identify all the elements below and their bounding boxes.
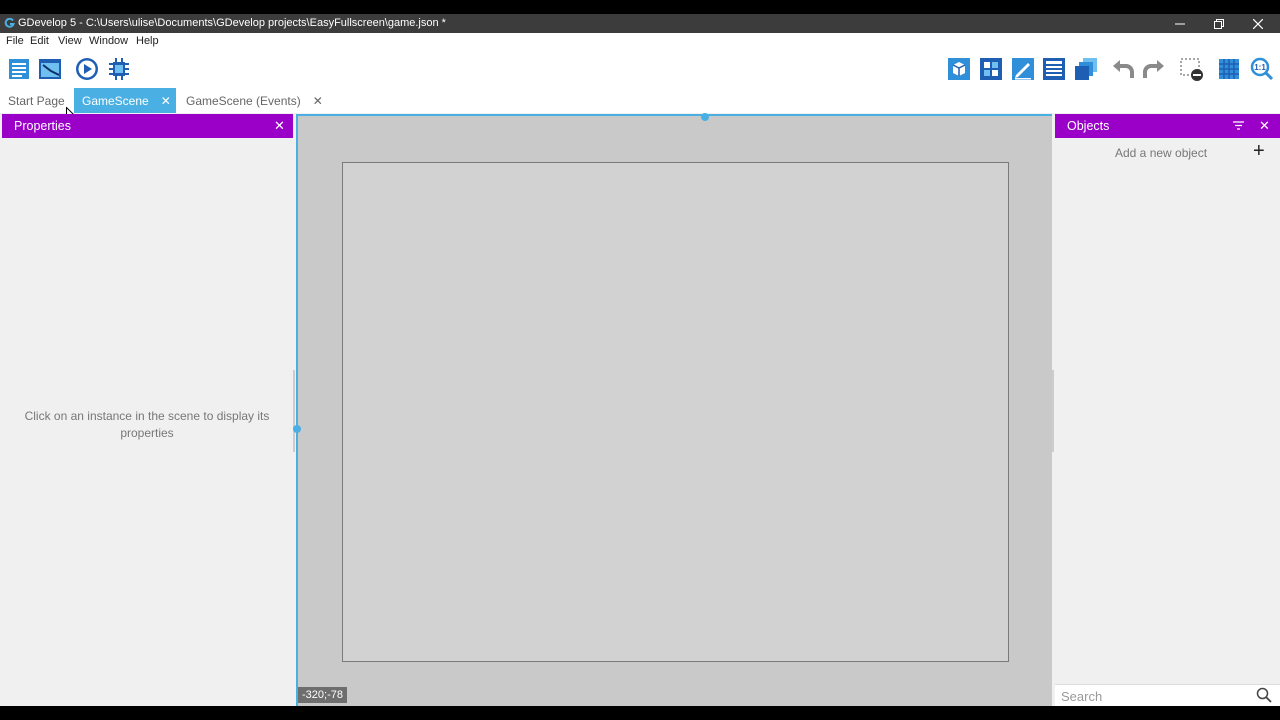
undo-button[interactable] <box>1110 56 1136 82</box>
objects-search-bar <box>1055 684 1280 706</box>
objects-panel-header: Objects ✕ <box>1055 114 1280 138</box>
open-objects-button[interactable] <box>978 56 1004 82</box>
delete-button[interactable] <box>1179 56 1205 82</box>
gdevelop-logo-icon <box>4 18 15 28</box>
debugger-button[interactable] <box>106 56 132 82</box>
delete-icon <box>1180 58 1203 81</box>
search-icon[interactable] <box>1256 687 1272 703</box>
tab-close-icon[interactable]: ✕ <box>161 94 171 108</box>
preview-play-icon <box>76 58 98 80</box>
restore-icon <box>1214 18 1224 29</box>
scene-properties-icon <box>948 58 970 80</box>
close-icon <box>1253 18 1263 29</box>
open-objects-icon <box>980 58 1002 80</box>
tab-gamescene[interactable]: GameScene ✕ <box>74 88 176 113</box>
scene-window-button[interactable] <box>37 56 63 82</box>
cursor-coordinates: -320;-78 <box>298 687 347 703</box>
tab-label: GameScene (Events) <box>186 93 301 108</box>
tab-bar: Start Page GameScene ✕ GameScene (Events… <box>0 88 1280 123</box>
menu-file[interactable]: File <box>6 35 24 47</box>
tab-close-icon[interactable]: ✕ <box>313 94 323 108</box>
scene-window-icon <box>39 59 61 79</box>
layers-icon <box>1075 58 1097 80</box>
preview-button[interactable] <box>74 56 100 82</box>
filter-icon[interactable] <box>1233 121 1244 130</box>
window-title: GDevelop 5 - C:\Users\ulise\Documents\GD… <box>18 17 446 29</box>
objects-title: Objects <box>1067 119 1110 133</box>
objects-close-icon[interactable]: ✕ <box>1259 118 1270 134</box>
grid-icon <box>1219 59 1239 79</box>
screen: GDevelop 5 - C:\Users\ulise\Documents\GD… <box>0 0 1280 720</box>
undo-icon <box>1113 60 1134 78</box>
right-splitter[interactable] <box>1052 370 1054 452</box>
toolbar: 1:1 <box>0 50 1280 88</box>
redo-button[interactable] <box>1141 56 1167 82</box>
objects-search-input[interactable] <box>1061 688 1251 704</box>
objects-panel: Add a new object + <box>1055 138 1280 706</box>
add-object-plus-icon[interactable]: + <box>1253 140 1265 163</box>
window-close-button[interactable] <box>1240 14 1276 33</box>
tab-start-page[interactable]: Start Page <box>0 88 74 113</box>
restore-button[interactable] <box>1201 14 1237 33</box>
tab-gamescene-events[interactable]: GameScene (Events) ✕ <box>178 88 328 113</box>
object-groups-button[interactable] <box>1010 56 1036 82</box>
left-resize-handle[interactable] <box>293 425 301 433</box>
tab-label: Start Page <box>8 93 65 108</box>
menu-help[interactable]: Help <box>136 35 159 47</box>
title-bar: GDevelop 5 - C:\Users\ulise\Documents\GD… <box>0 14 1280 33</box>
minimize-icon <box>1175 23 1185 24</box>
scene-properties-button[interactable] <box>946 56 972 82</box>
add-object-label[interactable]: Add a new object <box>1115 146 1207 160</box>
properties-hint: Click on an instance in the scene to dis… <box>24 409 270 440</box>
redo-icon <box>1143 60 1164 78</box>
debugger-icon <box>109 58 129 80</box>
scene-editor-canvas[interactable]: -320;-78 <box>293 113 1052 706</box>
instances-list-button[interactable] <box>1041 56 1067 82</box>
properties-close-icon[interactable]: ✕ <box>274 118 285 134</box>
object-groups-icon <box>1012 58 1034 80</box>
top-resize-handle[interactable] <box>701 113 709 121</box>
game-window-bounds <box>342 162 1009 662</box>
zoom-icon: 1:1 <box>1250 57 1274 81</box>
left-splitter[interactable] <box>293 370 295 452</box>
menu-bar: File Edit View Window Help <box>0 33 1280 50</box>
zoom-button[interactable]: 1:1 <box>1249 56 1275 82</box>
minimize-button[interactable] <box>1162 14 1198 33</box>
project-manager-icon <box>9 59 29 79</box>
menu-edit[interactable]: Edit <box>30 35 49 47</box>
svg-text:1:1: 1:1 <box>1254 63 1266 72</box>
tab-label: GameScene <box>82 93 149 108</box>
properties-panel: Click on an instance in the scene to dis… <box>0 138 293 706</box>
properties-panel-header: Properties ✕ <box>2 114 293 138</box>
project-manager-button[interactable] <box>6 56 32 82</box>
menu-view[interactable]: View <box>58 35 82 47</box>
properties-title: Properties <box>14 119 71 133</box>
layers-button[interactable] <box>1073 56 1099 82</box>
instances-list-icon <box>1043 58 1065 80</box>
gdevelop-app: GDevelop 5 - C:\Users\ulise\Documents\GD… <box>0 14 1280 706</box>
menu-window[interactable]: Window <box>89 35 128 47</box>
grid-button[interactable] <box>1216 56 1242 82</box>
